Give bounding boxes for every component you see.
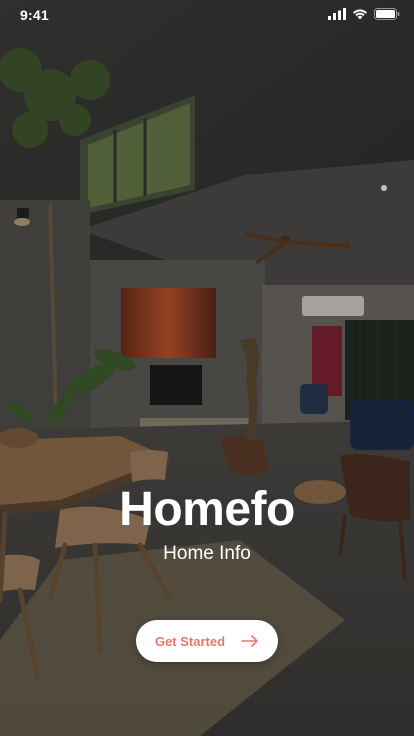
signal-icon [328, 8, 346, 20]
app-subtitle: Home Info [163, 543, 251, 564]
brand-block: Homefo Home Info [0, 482, 414, 566]
arrow-right-icon [241, 635, 258, 647]
app-title: Homefo [119, 483, 295, 536]
status-icons [328, 8, 400, 20]
onboarding-screen: 9:41 Homefo Home Info Get Started [0, 0, 414, 736]
status-time: 9:41 [20, 7, 49, 23]
get-started-label: Get Started [154, 633, 226, 649]
status-bar: 9:41 [0, 0, 414, 30]
wifi-icon [353, 9, 367, 20]
battery-icon [374, 8, 400, 20]
get-started-button[interactable]: Get Started [136, 620, 278, 662]
